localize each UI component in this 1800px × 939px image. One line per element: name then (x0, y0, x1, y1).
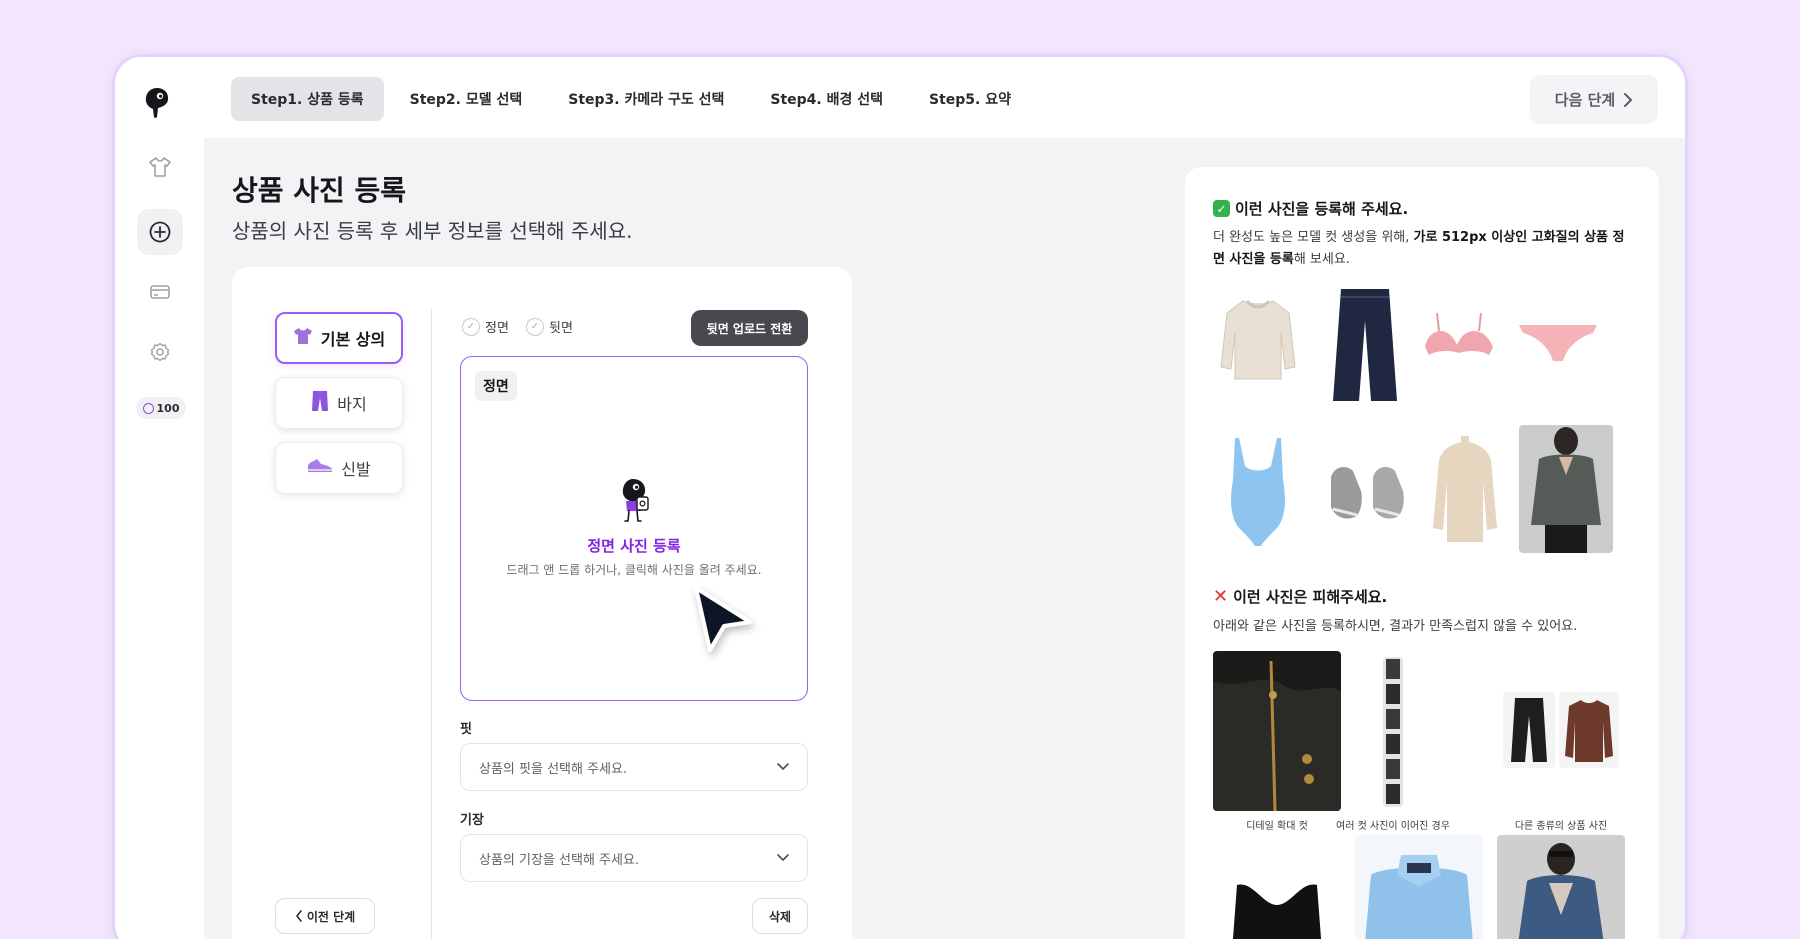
x-mark-icon: ✕ (1213, 586, 1229, 607)
next-step-button[interactable]: 다음 단계 (1530, 75, 1658, 124)
credit-count: 100 (156, 401, 180, 415)
delete-button[interactable]: 삭제 (752, 898, 808, 934)
shirt-icon (293, 327, 313, 350)
prev-step-label: 이전 단계 (306, 909, 356, 924)
category-label: 신발 (341, 460, 371, 479)
sidebar-item-settings[interactable] (137, 329, 183, 375)
tab-step1[interactable]: Step1. 상품 등록 (231, 77, 384, 121)
sneakers-example-image (1325, 457, 1409, 527)
gear-icon (150, 342, 170, 362)
multi-shot-strip-example-image (1383, 657, 1403, 807)
chevron-down-icon (777, 763, 789, 771)
fit-label: 핏 (460, 722, 472, 737)
other-product-pants-image (1503, 692, 1555, 768)
length-select[interactable]: 상품의 기장을 선택해 주세요. (460, 834, 808, 882)
category-label: 기본 상의 (320, 330, 386, 349)
bad-caption-multishot: 여러 컷 사진이 이어진 경우 (1336, 821, 1450, 832)
category-top-button[interactable]: 기본 상의 (275, 312, 403, 364)
tab-step4[interactable]: Step4. 배경 선택 (750, 77, 903, 121)
shoe-icon (307, 458, 333, 479)
tab-step5[interactable]: Step5. 요약 (909, 77, 1031, 121)
other-product-shirt-image (1559, 692, 1619, 768)
bad-photo-title: ✕ 이런 사진은 피해주세요. (1213, 586, 1387, 607)
page-subtitle: 상품의 사진 등록 후 세부 정보를 선택해 주세요. (232, 219, 633, 243)
bra-example-image (1419, 307, 1499, 367)
fit-placeholder: 상품의 핏을 선택해 주세요. (479, 761, 628, 777)
app-window: Step1. 상품 등록 Step2. 모델 선택 Step3. 카메라 구도 … (112, 54, 1688, 939)
front-view-option[interactable]: ✓ 정면 (462, 317, 509, 336)
back-view-label: 뒷면 (549, 321, 573, 336)
front-view-label: 정면 (485, 321, 509, 336)
switch-back-upload-button[interactable]: 뒷면 업로드 전환 (691, 310, 808, 346)
sweater-example-image (1213, 287, 1303, 387)
photo-guide-panel: ✓ 이런 사진을 등록해 주세요. 더 완성도 높은 모델 컷 생성을 위해, … (1185, 167, 1659, 939)
check-icon: ✓ (526, 317, 544, 336)
chevron-down-icon (777, 854, 789, 862)
next-step-label: 다음 단계 (1554, 91, 1616, 109)
swimsuit-example-image (1213, 432, 1303, 552)
good-photo-title: ✓ 이런 사진을 등록해 주세요. (1213, 198, 1408, 219)
good-title-text: 이런 사진을 등록해 주세요. (1235, 200, 1409, 218)
knit-example-image (1425, 432, 1505, 552)
front-upload-dropzone[interactable]: 정면 정면 사진 등록 드래그 앤 드롭 하거나, 클릭해 사진을 올려 주세요… (460, 356, 808, 701)
good-photo-desc: 더 완성도 높은 모델 컷 생성을 위해, 가로 512px 이상인 고화질의 … (1213, 227, 1633, 271)
back-view-option[interactable]: ✓ 뒷면 (526, 317, 573, 336)
good-desc-text: 더 완성도 높은 모델 컷 생성을 위해, (1213, 230, 1414, 245)
chevron-left-icon (295, 910, 302, 922)
divider (431, 309, 432, 939)
category-shoes-button[interactable]: 신발 (275, 442, 403, 494)
sidebar: 100 (115, 57, 204, 939)
sports-bra-example-image (1213, 845, 1341, 939)
bad-caption-detail: 디테일 확대 컷 (1246, 821, 1308, 832)
chevron-right-icon (1624, 92, 1633, 107)
bad-photo-desc: 아래와 같은 사진을 등록하시면, 결과가 만족스럽지 않을 수 있어요. (1213, 619, 1578, 634)
upload-description: 드래그 앤 드롭 하거나, 클릭해 사진을 올려 주세요. (506, 563, 762, 577)
pants-icon (311, 390, 329, 417)
prev-step-button[interactable]: 이전 단계 (275, 898, 375, 934)
product-form-card: 기본 상의 바지 신발 ✓ 정면 ✓ 뒷면 뒷면 업로드 전환 정면 정면 사진… (232, 267, 852, 939)
mouse-cursor-icon (694, 586, 752, 652)
jeans-example-image (1325, 285, 1405, 405)
mascot-upload-icon (622, 479, 649, 522)
sidebar-item-products[interactable] (137, 144, 183, 190)
credit-badge[interactable]: 100 (136, 397, 186, 419)
bad-title-text: 이런 사진은 피해주세요. (1233, 588, 1388, 606)
detail-closeup-example-image (1213, 651, 1341, 811)
length-label: 기장 (460, 813, 484, 828)
tab-step2[interactable]: Step2. 모델 선택 (390, 77, 543, 121)
logo-icon[interactable] (144, 87, 170, 119)
step-tabs: Step1. 상품 등록 Step2. 모델 선택 Step3. 카메라 구도 … (231, 77, 1031, 121)
category-label: 바지 (337, 395, 367, 414)
length-placeholder: 상품의 기장을 선택해 주세요. (479, 852, 640, 868)
upload-view-tag: 정면 (475, 371, 517, 401)
check-icon: ✓ (462, 317, 480, 336)
model-shirt-example-image (1519, 425, 1613, 553)
check-mark-icon: ✓ (1213, 200, 1230, 217)
coin-icon (142, 402, 154, 414)
underwear-example-image (1513, 317, 1603, 367)
category-pants-button[interactable]: 바지 (275, 377, 403, 429)
page-title: 상품 사진 등록 (232, 174, 407, 207)
credit-card-icon (150, 285, 170, 299)
good-desc-text-end: 해 보세요. (1293, 252, 1350, 267)
bad-caption-other-product: 다른 종류의 상품 사진 (1514, 821, 1608, 832)
upload-title: 정면 사진 등록 (587, 537, 681, 555)
model-denim-example-image (1497, 835, 1625, 939)
fit-select[interactable]: 상품의 핏을 선택해 주세요. (460, 743, 808, 791)
tab-step3[interactable]: Step3. 카메라 구도 선택 (548, 77, 744, 121)
tshirt-icon (149, 157, 171, 177)
top-bar: Step1. 상품 등록 Step2. 모델 선택 Step3. 카메라 구도 … (115, 57, 1685, 138)
plus-circle-icon (149, 221, 171, 243)
sidebar-item-payment[interactable] (137, 269, 183, 315)
dress-shirt-example-image (1355, 835, 1483, 939)
sidebar-item-create[interactable] (137, 209, 183, 255)
